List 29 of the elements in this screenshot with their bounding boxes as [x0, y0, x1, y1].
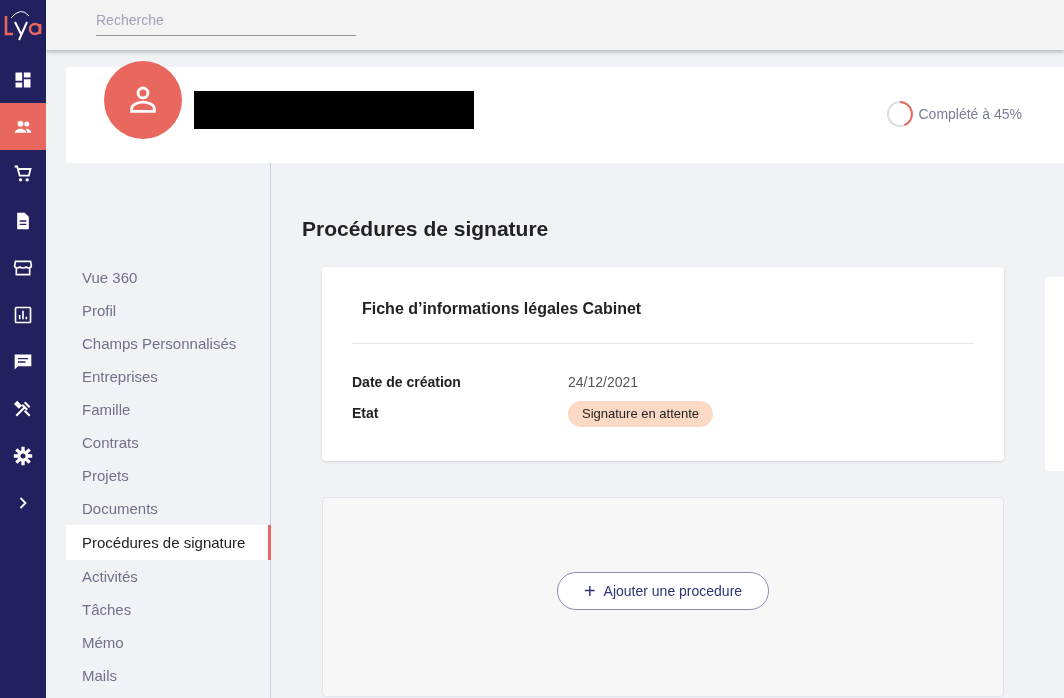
field-value: 24/12/2021: [568, 373, 639, 392]
menu-item[interactable]: Famille: [66, 393, 270, 426]
plus-icon: +: [583, 581, 596, 601]
page-title: Procédures de signature: [302, 216, 550, 242]
add-procedure-button[interactable]: + Ajouter une procedure: [556, 572, 770, 610]
field-label: Etat: [352, 404, 379, 424]
search-field[interactable]: Recherche: [96, 10, 356, 36]
menu-item[interactable]: Profil: [66, 294, 270, 327]
chart-icon: [13, 304, 33, 325]
menu-item[interactable]: Vue 360: [66, 261, 270, 294]
menu-item[interactable]: Activités: [66, 560, 270, 593]
menu-item[interactable]: Documents: [66, 492, 270, 525]
tools-icon: [13, 398, 33, 419]
menu-item[interactable]: Mémo: [66, 626, 270, 659]
menu-item[interactable]: Mails: [66, 659, 270, 692]
menu-item[interactable]: Champs Personnalisés: [66, 327, 270, 360]
progress-ring: [886, 100, 915, 128]
card-title: Fiche d’informations légales Cabinet: [352, 297, 974, 344]
field-label: Date de création: [352, 373, 461, 392]
menu-item[interactable]: Procédures de signature: [66, 525, 271, 560]
cart-icon: [13, 163, 33, 184]
menu-item[interactable]: Contrats: [66, 426, 270, 459]
logo-icon: [3, 8, 43, 42]
completion-text: Complété à 45%: [918, 104, 1022, 124]
menu-item[interactable]: Projets: [66, 459, 270, 492]
settings-icon: [13, 445, 33, 466]
menu-item[interactable]: Tâches: [66, 593, 270, 626]
status-badge: Signature en attente: [568, 401, 714, 427]
menu-item[interactable]: Entreprises: [66, 360, 270, 393]
